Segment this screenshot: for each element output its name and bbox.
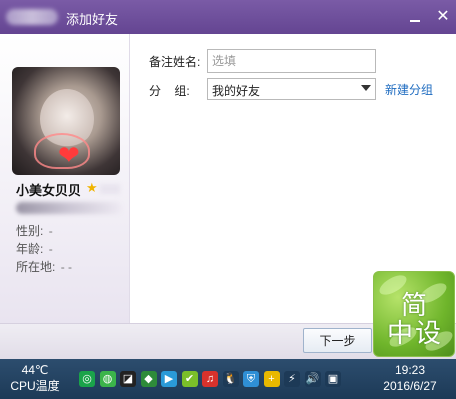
new-group-link[interactable]: 新建分组 (385, 81, 433, 98)
security-shield-icon[interactable]: ⛨ (243, 371, 259, 387)
logo-text: 简中设 (386, 291, 443, 349)
network-icon[interactable]: ⚡ (284, 371, 300, 387)
temperature-value: 44℃ (21, 363, 49, 377)
check-icon[interactable]: ✔ (181, 371, 198, 387)
qq-music-icon[interactable]: ◎ (79, 371, 95, 387)
taskbar: 44℃ CPU温度 ◎ ◍ ◪ ◆ ▶ ✔ ♫ 🐧 ⛨ + ⚡ 🔊 ▣ 19:23 2016/6/27 (0, 359, 456, 399)
window-title: 添加好友 (66, 12, 119, 27)
age-row: 年龄: - (16, 240, 53, 257)
monitor-icon[interactable]: ▣ (325, 371, 341, 387)
blurred-text (100, 184, 120, 194)
remark-name-input[interactable] (207, 49, 376, 73)
nickname: 小美女贝贝 (16, 183, 82, 198)
shield-green-icon[interactable]: ◆ (140, 371, 157, 387)
wechat-icon[interactable]: ◍ (99, 371, 116, 387)
media-player-icon[interactable]: ▶ (161, 371, 177, 387)
blurred-app-icon (6, 9, 58, 25)
clock-time: 19:23 (394, 363, 426, 377)
age-label: 年龄: (16, 242, 44, 256)
next-step-button[interactable]: 下一步 (303, 328, 372, 353)
volume-icon[interactable]: 🔊 (304, 371, 321, 387)
chevron-down-icon (361, 85, 371, 91)
blurred-account-id (16, 202, 122, 214)
cpu-temperature: 44℃ CPU温度 (10, 362, 60, 394)
location-label: 所在地: (16, 260, 56, 274)
nvidia-icon[interactable]: ◪ (120, 371, 136, 387)
watermark-logo: 简中设 (373, 271, 455, 357)
minimize-button[interactable] (404, 6, 426, 28)
remark-label: 备注姓名: (149, 55, 201, 69)
location-row: 所在地: - - (16, 258, 72, 275)
avatar: ❤ (12, 67, 120, 175)
age-value: - (48, 242, 53, 256)
group-label: 分 组: (149, 84, 190, 98)
profile-panel: ❤ 小美女贝贝 ★ 性别: - 年龄: - 所在地: - - (0, 34, 130, 323)
gender-row: 性别: - (16, 222, 53, 239)
plus-badge-icon[interactable]: + (263, 371, 280, 387)
star-icon: ★ (86, 180, 98, 195)
location-value: - - (60, 260, 73, 274)
close-button[interactable]: ✕ (432, 6, 454, 28)
title-bar: 添加好友 ✕ (0, 0, 456, 34)
heart-icon: ❤ (58, 140, 80, 170)
qq-penguin-icon[interactable]: 🐧 (222, 371, 239, 387)
clock-date: 2016/6/27 (383, 379, 437, 393)
cpu-temperature-label: CPU温度 (10, 379, 60, 393)
group-select[interactable]: 我的好友 (207, 78, 376, 100)
close-icon: ✕ (436, 8, 450, 25)
gender-value: - (48, 224, 53, 238)
gender-label: 性别: (16, 224, 44, 238)
clock[interactable]: 19:23 2016/6/27 (375, 362, 445, 394)
group-selected-value: 我的好友 (212, 84, 261, 98)
netease-music-icon[interactable]: ♫ (202, 371, 218, 387)
